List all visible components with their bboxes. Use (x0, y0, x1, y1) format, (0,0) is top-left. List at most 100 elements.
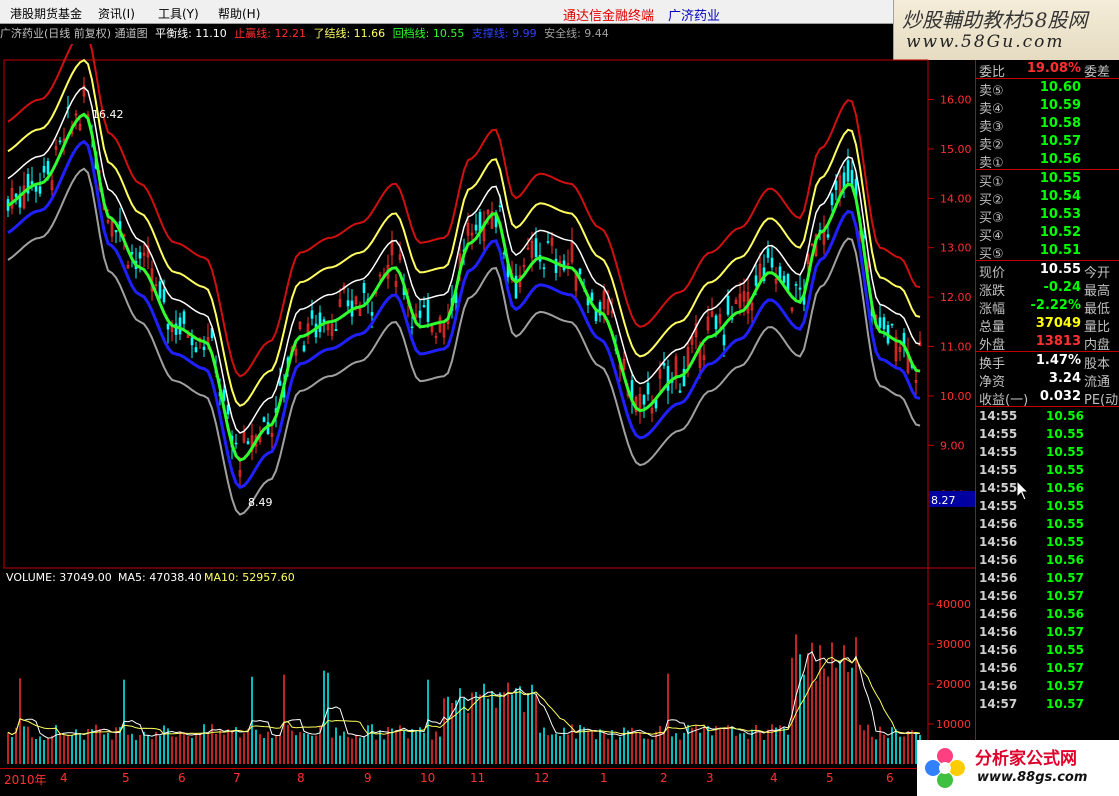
tick-row[interactable]: 14:57 10.57 (976, 695, 1119, 713)
stat-row: 涨幅 -2.22% 最低 (976, 297, 1119, 317)
candle-body (262, 417, 266, 423)
candle-body (766, 248, 770, 258)
tick-price: 10.55 (1046, 643, 1084, 657)
candle-body (798, 287, 802, 290)
stat-value: 10.55 (1039, 262, 1081, 277)
candle-body (190, 337, 194, 346)
sell-order-label: 卖① (979, 156, 1004, 171)
volume-tick-label: 10000 (936, 718, 971, 731)
price-tick-label: 15.00 (940, 143, 972, 156)
date-axis-label: 6 (886, 771, 894, 785)
candle-body (882, 317, 886, 330)
candle-body (38, 186, 42, 194)
sell-order-value: 10.57 (1039, 134, 1081, 149)
date-axis-label: 9 (364, 771, 372, 785)
stock-name-title: 广济药业 (668, 9, 721, 24)
tick-row[interactable]: 14:56 10.56 (976, 605, 1119, 623)
kline-chart[interactable]: 16.00 15.00 14.00 13.00 12.00 11.00 10.00 9.00 8… (0, 44, 975, 768)
menu-item-news[interactable]: 资讯(I) (98, 5, 135, 22)
price-axis: 16.0015.0014.0013.0012.0011.0010.009.008… (928, 94, 972, 502)
tick-row[interactable]: 14:56 10.56 (976, 551, 1119, 569)
stat-row: 外盘 13813 内盘 (976, 333, 1119, 353)
candle-body (34, 185, 38, 192)
tick-price: 10.55 (1046, 445, 1084, 459)
current-price-marker: 8.27 (931, 494, 956, 507)
tick-row[interactable]: 14:55 10.55 (976, 497, 1119, 515)
date-axis-label: 8 (297, 771, 305, 785)
price-tick-label: 12.00 (940, 291, 972, 304)
menu-item-tools[interactable]: 工具(Y) (158, 5, 199, 22)
buy-order-value: 10.54 (1039, 189, 1081, 204)
tick-row[interactable]: 14:55 10.56 (976, 407, 1119, 425)
price-panel-border (3, 59, 929, 569)
candle-body (546, 241, 550, 243)
stat-row: 涨跌 -0.24 最高 (976, 279, 1119, 299)
tick-time: 14:56 (979, 679, 1018, 693)
low-annotation: 8.49 (248, 496, 273, 509)
price-tick-label: 11.00 (940, 341, 972, 354)
buy-order-row: 买③ 10.53 (976, 206, 1119, 226)
tick-row[interactable]: 14:56 10.55 (976, 641, 1119, 659)
sell-order-value: 10.58 (1039, 116, 1081, 131)
tick-row[interactable]: 14:56 10.57 (976, 659, 1119, 677)
tick-price: 10.57 (1046, 625, 1084, 639)
candle-body (310, 310, 314, 319)
candle-body (890, 323, 894, 326)
tick-list[interactable]: 14:55 10.56 14:55 10.55 14:55 10.55 14:55 10.55… (976, 407, 1119, 713)
volume-tick-label: 40000 (936, 598, 971, 611)
tick-row[interactable]: 14:55 10.55 (976, 461, 1119, 479)
buy-order-row: 买② 10.54 (976, 188, 1119, 208)
tick-row[interactable]: 14:55 10.55 (976, 443, 1119, 461)
buy-order-value: 10.52 (1039, 225, 1081, 240)
date-axis-label: 10 (420, 771, 436, 785)
volume-label: VOLUME: 37049.00 (6, 571, 112, 584)
indicator-stop-profit: 止赢线: 12.21 (234, 27, 306, 40)
fundamental-row: 换手 1.47% 股本 (976, 352, 1119, 372)
tick-price: 10.55 (1046, 499, 1084, 513)
candle-body (666, 366, 670, 391)
candle-body (794, 284, 798, 286)
date-axis-label: 5 (122, 771, 130, 785)
tick-price: 10.55 (1046, 535, 1084, 549)
fundamental-value: 0.032 (1039, 389, 1081, 404)
tick-price: 10.56 (1046, 553, 1084, 567)
tick-time: 14:56 (979, 625, 1018, 639)
price-tick-label: 14.00 (940, 192, 972, 205)
tick-row[interactable]: 14:56 10.55 (976, 515, 1119, 533)
menu-item-help[interactable]: 帮助(H) (218, 5, 260, 22)
candle-body (278, 380, 282, 386)
high-annotation: 16.42 (92, 108, 124, 121)
tick-time: 14:56 (979, 535, 1018, 549)
fundamental-label: 收益(一) (979, 393, 1029, 408)
candle-body (58, 140, 62, 143)
buy-order-value: 10.51 (1039, 243, 1081, 258)
candle-body (498, 205, 502, 208)
candle-body (578, 268, 582, 275)
tick-row[interactable]: 14:56 10.57 (976, 569, 1119, 587)
date-axis-label: 1 (600, 771, 608, 785)
candle-body (714, 315, 718, 330)
tick-row[interactable]: 14:56 10.57 (976, 623, 1119, 641)
indicator-safe: 安全线: 9.44 (544, 27, 609, 40)
stat-label: 外盘 (979, 338, 1006, 353)
fundamental-row: 收益(一) 0.032 PE(动 (976, 388, 1119, 408)
stat-value: -2.22% (1030, 298, 1082, 313)
tick-time: 14:56 (979, 553, 1018, 567)
tick-row[interactable]: 14:56 10.57 (976, 587, 1119, 605)
logo-url: www.88gs.com (977, 770, 1088, 785)
tick-row[interactable]: 14:56 10.55 (976, 533, 1119, 551)
candle-body (14, 193, 18, 198)
candle-body (678, 390, 682, 393)
tick-row[interactable]: 14:56 10.57 (976, 677, 1119, 695)
buy-order-label: 买⑤ (979, 247, 1004, 262)
candle-body (178, 317, 182, 335)
tick-row[interactable]: 14:55 10.55 (976, 425, 1119, 443)
tick-price: 10.55 (1046, 517, 1084, 531)
candle-body (202, 346, 206, 351)
menu-item-hk-futures[interactable]: 港股期货基金 (10, 5, 82, 22)
weibi-value: 19.08% (1026, 61, 1081, 76)
fundamental-row: 净资 3.24 流通 (976, 370, 1119, 390)
sell-order-row: 卖④ 10.59 (976, 97, 1119, 117)
tick-row[interactable]: 14:55 10.56 (976, 479, 1119, 497)
fundamental-value: 1.47% (1035, 353, 1081, 368)
